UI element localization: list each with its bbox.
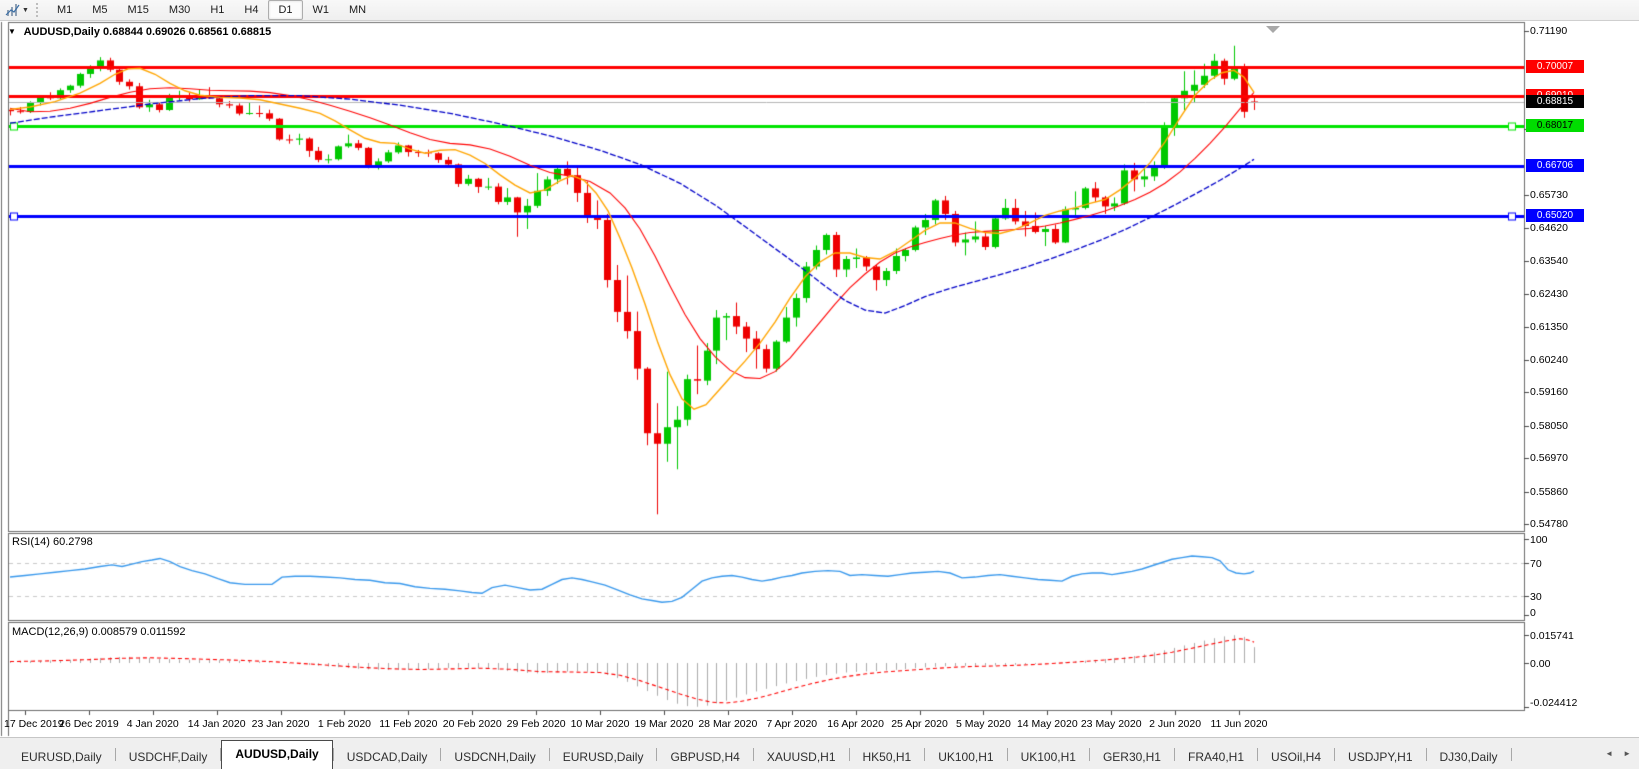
chart-tab-bar: EURUSD,DailyUSDCHF,DailyAUDUSD,DailyUSDC… [0, 737, 1639, 769]
date-label: 26 Dec 2019 [59, 718, 119, 730]
tab-ger30-h1[interactable]: GER30,H1 [1090, 746, 1174, 769]
date-label: 16 Apr 2020 [827, 718, 884, 730]
date-label: 1 Feb 2020 [318, 718, 371, 730]
price-badge-0.70007: 0.70007 [1526, 60, 1584, 73]
date-label: 28 Mar 2020 [698, 718, 757, 730]
symbol-dropdown-caret-icon[interactable]: ▼ [8, 27, 16, 36]
tab-divider [1511, 748, 1512, 761]
tab-scroll-left-icon[interactable]: ◄ [1605, 749, 1613, 758]
rsi-axis-label: 30 [1530, 591, 1542, 603]
toolbar-drag-handle[interactable] [36, 3, 41, 17]
date-label: 19 Mar 2020 [634, 718, 693, 730]
timeframe-button-h1[interactable]: H1 [200, 0, 234, 20]
date-label: 7 Apr 2020 [766, 718, 817, 730]
price-tick-label: 0.58050 [1530, 420, 1568, 432]
tab-hk50-h1[interactable]: HK50,H1 [850, 746, 925, 769]
timeframe-button-mn[interactable]: MN [339, 0, 376, 20]
date-label: 23 May 2020 [1081, 718, 1142, 730]
tab-audusd-daily[interactable]: AUDUSD,Daily [221, 740, 332, 769]
date-label: 25 Apr 2020 [891, 718, 948, 730]
tab-usoil-h4[interactable]: USOil,H4 [1258, 746, 1334, 769]
timeframe-button-m30[interactable]: M30 [159, 0, 200, 20]
price-tick-label: 0.55860 [1530, 486, 1568, 498]
rsi-axis-label: 100 [1530, 534, 1548, 546]
price-badge-0.68017: 0.68017 [1526, 119, 1584, 132]
timeframe-buttons: M1M5M15M30H1H4D1W1MN [47, 0, 376, 20]
tab-fra40-h1[interactable]: FRA40,H1 [1175, 746, 1257, 769]
macd-axis-label: -0.024412 [1530, 697, 1577, 709]
date-label: 11 Jun 2020 [1210, 718, 1267, 730]
date-label: 20 Feb 2020 [443, 718, 502, 730]
date-label: 14 Jan 2020 [188, 718, 246, 730]
tab-uk100-h1[interactable]: UK100,H1 [1008, 746, 1089, 769]
tab-usdjpy-h1[interactable]: USDJPY,H1 [1335, 746, 1425, 769]
date-label: 5 May 2020 [956, 718, 1011, 730]
rsi-axis-label: 70 [1530, 558, 1542, 570]
date-label: 14 May 2020 [1017, 718, 1078, 730]
rsi-indicator-label: RSI(14) 60.2798 [12, 536, 93, 548]
price-tick-label: 0.59160 [1530, 386, 1568, 398]
price-tick-label: 0.54780 [1530, 518, 1568, 530]
toolbar-dropdown-caret-icon[interactable]: ▼ [21, 7, 32, 14]
tab-usdchf-daily[interactable]: USDCHF,Daily [116, 746, 221, 769]
chart-tabs: EURUSD,DailyUSDCHF,DailyAUDUSD,DailyUSDC… [8, 740, 1512, 769]
price-badge-0.68815: 0.68815 [1526, 95, 1584, 108]
macd-axis-label: 0.015741 [1530, 630, 1574, 642]
tab-xauusd-h1[interactable]: XAUUSD,H1 [754, 746, 849, 769]
macd-axis-label: 0.00 [1530, 658, 1550, 670]
tab-eurusd-daily[interactable]: EURUSD,Daily [550, 746, 657, 769]
symbol-period-label: AUDUSD,Daily [24, 26, 100, 38]
date-label: 2 Jun 2020 [1149, 718, 1201, 730]
tab-usdcad-daily[interactable]: USDCAD,Daily [334, 746, 441, 769]
tab-gbpusd-h4[interactable]: GBPUSD,H4 [657, 746, 752, 769]
price-tick-label: 0.60240 [1530, 354, 1568, 366]
price-tick-label: 0.64620 [1530, 222, 1568, 234]
periodicity-icon[interactable] [3, 2, 21, 18]
date-label: 17 Dec 2019 [4, 718, 64, 730]
tab-scroll-right-icon[interactable]: ► [1623, 749, 1631, 758]
tab-dj30-daily[interactable]: DJ30,Daily [1427, 746, 1511, 769]
price-tick-label: 0.71190 [1530, 25, 1567, 37]
tab-usdcnh-daily[interactable]: USDCNH,Daily [441, 746, 548, 769]
tab-eurusd-daily[interactable]: EURUSD,Daily [8, 746, 115, 769]
timeframe-button-m5[interactable]: M5 [82, 0, 117, 20]
timeframe-button-w1[interactable]: W1 [303, 0, 340, 20]
chart-canvas[interactable] [0, 0, 1639, 769]
price-badge-0.65020: 0.65020 [1526, 209, 1584, 222]
chart-title: ▼ AUDUSD,Daily 0.68844 0.69026 0.68561 0… [8, 26, 271, 38]
price-tick-label: 0.65730 [1530, 189, 1568, 201]
ohlc-values: 0.68844 0.69026 0.68561 0.68815 [103, 26, 271, 38]
price-tick-label: 0.63540 [1530, 255, 1568, 267]
date-label: 10 Mar 2020 [571, 718, 630, 730]
date-label: 29 Feb 2020 [507, 718, 566, 730]
date-label: 23 Jan 2020 [252, 718, 310, 730]
tab-uk100-h1[interactable]: UK100,H1 [925, 746, 1006, 769]
timeframe-button-h4[interactable]: H4 [234, 0, 268, 20]
price-badge-0.66706: 0.66706 [1526, 159, 1584, 172]
timeframe-button-m15[interactable]: M15 [118, 0, 159, 20]
price-tick-label: 0.56970 [1530, 452, 1568, 464]
rsi-axis-label: 0 [1530, 607, 1536, 619]
tab-scroll-arrows: ◄ ► [1605, 749, 1631, 758]
date-label: 11 Feb 2020 [379, 718, 437, 730]
timeframe-button-m1[interactable]: M1 [47, 0, 82, 20]
price-tick-label: 0.61350 [1530, 321, 1568, 333]
top-toolbar: ▼ M1M5M15M30H1H4D1W1MN [0, 0, 1639, 21]
timeframe-button-d1[interactable]: D1 [268, 0, 302, 20]
chart-shift-marker[interactable] [1266, 26, 1280, 33]
macd-indicator-label: MACD(12,26,9) 0.008579 0.011592 [12, 626, 185, 638]
price-tick-label: 0.62430 [1530, 288, 1568, 300]
date-label: 4 Jan 2020 [127, 718, 179, 730]
